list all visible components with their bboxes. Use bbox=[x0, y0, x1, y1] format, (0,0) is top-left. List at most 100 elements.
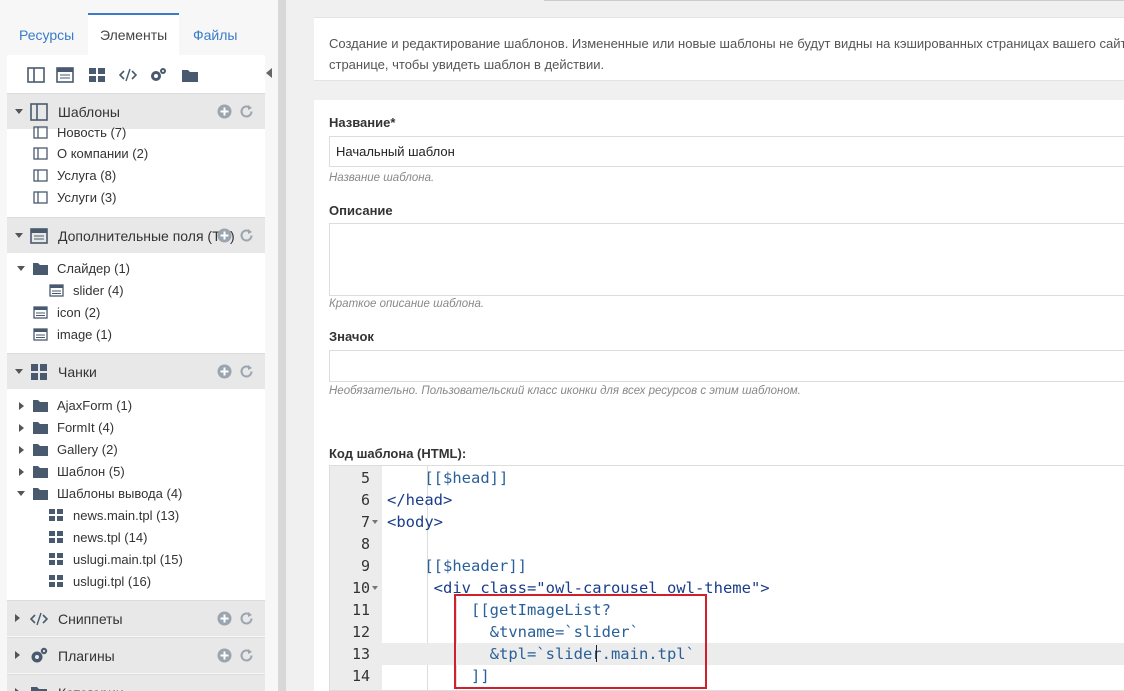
caret-down-icon[interactable] bbox=[15, 233, 23, 238]
caret-down-icon[interactable] bbox=[17, 266, 25, 271]
tab-files[interactable]: Файлы bbox=[193, 13, 237, 55]
collapse-panel-icon[interactable] bbox=[266, 68, 272, 78]
section-title: Сниппеты bbox=[58, 611, 123, 627]
tree-item-label: icon (2) bbox=[57, 305, 101, 320]
categories-icon[interactable] bbox=[181, 67, 199, 83]
section-categories[interactable]: Категории bbox=[7, 674, 265, 691]
add-icon[interactable] bbox=[217, 364, 232, 379]
caret-right-icon[interactable] bbox=[19, 468, 24, 476]
refresh-icon[interactable] bbox=[239, 104, 254, 119]
fold-icon[interactable] bbox=[372, 586, 378, 590]
line-number: 5 bbox=[360, 469, 370, 487]
icon-hint: Необязательно. Пользовательский класс ик… bbox=[329, 385, 801, 397]
folder-icon bbox=[33, 400, 48, 412]
caret-right-icon[interactable] bbox=[19, 402, 24, 410]
tree-item-label: Новость (7) bbox=[57, 125, 127, 140]
caret-right-icon[interactable] bbox=[19, 446, 24, 454]
code-text: [[$head]] bbox=[387, 469, 509, 487]
add-icon[interactable] bbox=[217, 611, 232, 626]
tv-icon bbox=[33, 328, 48, 341]
chunk-icon bbox=[49, 509, 63, 521]
fold-icon[interactable] bbox=[372, 520, 378, 524]
section-templates[interactable]: Шаблоны bbox=[7, 93, 265, 129]
line-number: 11 bbox=[351, 601, 370, 619]
add-icon[interactable] bbox=[217, 228, 232, 243]
section-chunks[interactable]: Чанки bbox=[7, 353, 265, 389]
section-title: Категории bbox=[58, 675, 124, 691]
templates-tree: Новость (7) О компании (2) Услуга (8) Ус… bbox=[7, 125, 265, 217]
caret-right-icon[interactable] bbox=[15, 614, 20, 622]
plugins-icon[interactable] bbox=[149, 67, 167, 83]
tree-item-label: slider (4) bbox=[73, 283, 124, 298]
tvs-icon[interactable] bbox=[56, 67, 74, 83]
refresh-icon[interactable] bbox=[239, 648, 254, 663]
elements-panel: Ресурсы Элементы Файлы Шаблоны Новость (… bbox=[0, 0, 278, 691]
chunk-icon bbox=[49, 531, 63, 543]
name-label: Название* bbox=[329, 115, 396, 130]
section-tvs[interactable]: Дополнительные поля (TV) bbox=[7, 217, 265, 253]
code-line[interactable]: 9 [[$header]] bbox=[330, 555, 1124, 577]
snippets-icon[interactable] bbox=[119, 67, 137, 83]
tree-item-label: AjaxForm (1) bbox=[57, 398, 133, 413]
description-label: Описание bbox=[329, 203, 393, 218]
tree-item-label: uslugi.tpl (16) bbox=[73, 574, 152, 589]
panel-splitter[interactable] bbox=[278, 0, 286, 691]
template-form: Название* Начальный шаблон Название шабл… bbox=[314, 100, 1124, 691]
line-number: 13 bbox=[351, 645, 370, 663]
code-line[interactable]: 11 [[getImageList? bbox=[330, 599, 1124, 621]
caret-right-icon[interactable] bbox=[19, 424, 24, 432]
templates-icon[interactable] bbox=[27, 67, 45, 83]
name-field[interactable]: Начальный шаблон bbox=[329, 136, 1124, 167]
code-line[interactable]: 6 </head> bbox=[330, 489, 1124, 511]
code-line[interactable]: 5 [[$head]] bbox=[330, 467, 1124, 489]
tree-item-label: Gallery (2) bbox=[57, 442, 118, 457]
template-icon bbox=[33, 169, 48, 182]
info-panel: Создание и редактирование шаблонов. Изме… bbox=[314, 17, 1124, 81]
description-hint: Краткое описание шаблона. bbox=[329, 298, 485, 310]
icon-class-field[interactable] bbox=[329, 350, 1124, 382]
line-number: 10 bbox=[351, 579, 370, 597]
caret-right-icon[interactable] bbox=[15, 651, 20, 659]
chunks-icon[interactable] bbox=[88, 67, 106, 83]
caret-down-icon[interactable] bbox=[15, 369, 23, 374]
code-line[interactable]: 12 &tvname=`slider` bbox=[330, 621, 1124, 643]
tree-item-label: FormIt (4) bbox=[57, 420, 115, 435]
tvs-tree: Слайдер (1) slider (4) icon (2) image (1… bbox=[7, 253, 265, 353]
caret-down-icon[interactable] bbox=[15, 109, 23, 114]
tab-elements[interactable]: Элементы bbox=[88, 13, 180, 55]
tree-item-label: Услуга (8) bbox=[57, 168, 117, 183]
folder-icon bbox=[33, 466, 48, 478]
section-snippets[interactable]: Сниппеты bbox=[7, 600, 265, 636]
tree-item-label: Шаблоны вывода (4) bbox=[57, 486, 183, 501]
code-line[interactable]: 14 ]] bbox=[330, 665, 1124, 687]
tab-resources[interactable]: Ресурсы bbox=[19, 13, 74, 55]
line-number: 8 bbox=[360, 535, 370, 553]
info-text: Создание и редактирование шаблонов. Изме… bbox=[329, 36, 1124, 72]
code-line[interactable]: 8 bbox=[330, 533, 1124, 555]
section-plugins[interactable]: Плагины bbox=[7, 637, 265, 673]
tree-item-label: Услуги (3) bbox=[57, 190, 117, 205]
tv-icon bbox=[33, 306, 48, 319]
chunk-icon bbox=[49, 575, 63, 587]
add-icon[interactable] bbox=[217, 648, 232, 663]
section-title: Плагины bbox=[58, 648, 115, 664]
tvs-icon bbox=[30, 228, 48, 244]
tree-item-label: Шаблон (5) bbox=[57, 464, 125, 479]
refresh-icon[interactable] bbox=[239, 611, 254, 626]
caret-down-icon[interactable] bbox=[17, 491, 25, 496]
chunk-icon bbox=[49, 553, 63, 565]
tree-item-label: image (1) bbox=[57, 327, 112, 342]
tree-item-label: news.tpl (14) bbox=[73, 530, 148, 545]
code-editor[interactable]: 5 [[$head]] 6 </head> 7 <body> 8 9 [[$he… bbox=[329, 465, 1124, 691]
elements-toolbar bbox=[7, 55, 265, 95]
refresh-icon[interactable] bbox=[239, 364, 254, 379]
description-field[interactable] bbox=[329, 223, 1124, 296]
refresh-icon[interactable] bbox=[239, 228, 254, 243]
code-line[interactable]: 7 <body> bbox=[330, 511, 1124, 533]
code-line-active[interactable]: 13 &tpl=`slider.main.tpl` bbox=[330, 643, 1124, 665]
add-icon[interactable] bbox=[217, 104, 232, 119]
code-text: ]] bbox=[387, 667, 490, 685]
plugins-icon bbox=[31, 647, 48, 663]
code-line[interactable]: 10 <div class="owl-carousel owl-theme"> bbox=[330, 577, 1124, 599]
snippets-icon bbox=[30, 612, 48, 626]
